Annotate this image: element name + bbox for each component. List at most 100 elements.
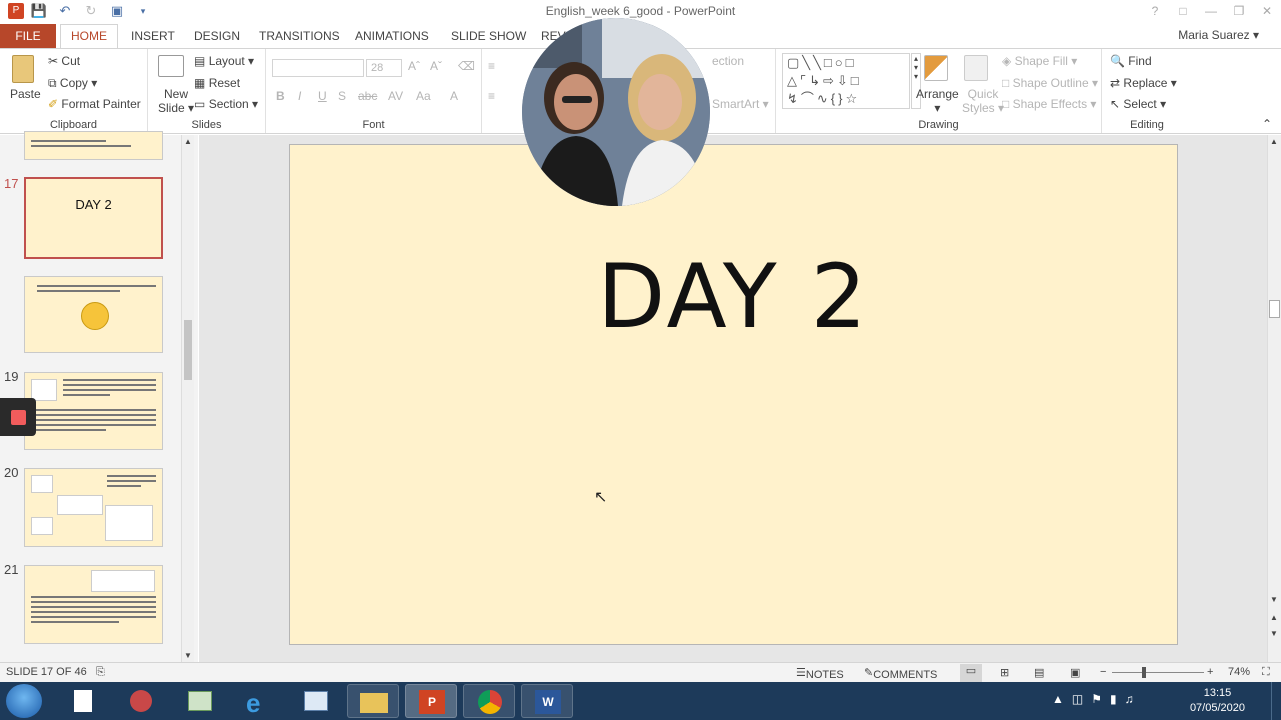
close-icon[interactable]: ✕ <box>1253 0 1281 22</box>
shadow-icon[interactable]: S <box>338 89 346 103</box>
normal-view-icon[interactable]: ▭ <box>960 664 982 682</box>
zoom-out-icon[interactable]: − <box>1100 666 1106 678</box>
scroll-up-icon[interactable]: ▲ <box>184 137 192 146</box>
font-color-icon[interactable]: A <box>450 89 458 103</box>
taskbar-app-icon[interactable] <box>174 684 226 718</box>
shape-effects-button[interactable]: □ Shape Effects ▾ <box>1002 97 1096 111</box>
quick-styles-icon[interactable] <box>964 55 988 81</box>
clear-format-icon[interactable]: ⌫ <box>458 59 475 73</box>
ribbon-display-icon[interactable]: □ <box>1169 0 1197 22</box>
tab-design[interactable]: DESIGN <box>194 26 240 48</box>
scroll-up-icon[interactable]: ▲ <box>1270 137 1278 146</box>
slide-title[interactable]: DAY 2 <box>290 245 1177 348</box>
thumbnail-19[interactable] <box>24 372 163 450</box>
tab-animations[interactable]: ANIMATIONS <box>355 26 429 48</box>
taskbar-powerpoint-icon[interactable]: P <box>405 684 457 718</box>
arrange-button[interactable]: Arrange ▾ <box>916 87 959 115</box>
find-button[interactable]: 🔍 Find <box>1110 54 1152 68</box>
user-name[interactable]: Maria Suarez ▾ <box>1178 28 1259 42</box>
shapes-gallery[interactable]: ▢╲╲□○□ △⌜↳⇨⇩□ ↯⌒∿{}☆ <box>782 53 910 109</box>
align-left-icon[interactable]: ≡ <box>488 89 495 103</box>
char-spacing-icon[interactable]: AV <box>388 89 403 103</box>
tab-home[interactable]: HOME <box>60 24 118 49</box>
zoom-slider[interactable] <box>1112 672 1204 673</box>
cut-button[interactable]: ✂ Cut <box>48 54 80 68</box>
start-button-icon[interactable] <box>6 684 42 718</box>
font-name-box[interactable] <box>272 59 364 77</box>
section-button[interactable]: ▭ Section ▾ <box>194 97 258 111</box>
scroll-down-icon[interactable]: ▼ <box>184 651 192 660</box>
arrange-icon[interactable] <box>924 55 948 81</box>
change-case-icon[interactable]: Aa <box>416 89 431 103</box>
tray-network-icon[interactable]: ◫ <box>1072 692 1091 706</box>
taskbar-app-icon[interactable] <box>290 684 342 718</box>
select-button[interactable]: ↖ Select ▾ <box>1110 97 1166 111</box>
bold-icon[interactable]: B <box>276 89 285 103</box>
zoom-slider-thumb[interactable] <box>1142 667 1146 678</box>
help-icon[interactable]: ? <box>1141 0 1169 22</box>
thumbnail-scrollbar[interactable]: ▲ ▼ <box>181 135 194 662</box>
font-size-box[interactable]: 28 <box>366 59 402 77</box>
slide-scrollbar[interactable]: ▲ ▼ ▲ ▼ <box>1267 135 1281 662</box>
taskbar-blank-document-icon[interactable] <box>58 684 110 718</box>
underline-icon[interactable]: U <box>318 89 327 103</box>
taskbar-snipping-tool-icon[interactable] <box>116 684 168 718</box>
format-painter-button[interactable]: ✐ Format Painter <box>48 97 141 111</box>
quick-styles-button[interactable]: Quick Styles ▾ <box>962 87 1004 115</box>
current-slide[interactable]: DAY 2 <box>289 144 1178 645</box>
zoom-in-icon[interactable]: + <box>1207 666 1213 678</box>
fit-to-window-icon[interactable]: ⛶ <box>1262 666 1270 679</box>
slide-scroll-thumb[interactable] <box>1269 300 1280 318</box>
tab-insert[interactable]: INSERT <box>131 26 175 48</box>
scroll-down-icon[interactable]: ▼ <box>1270 595 1278 604</box>
thumbnail-20[interactable] <box>24 468 163 547</box>
strikethrough-icon[interactable]: abc <box>358 89 377 103</box>
tab-transitions[interactable]: TRANSITIONS <box>259 26 340 48</box>
font-grow-icon[interactable]: Aˆ <box>408 59 420 73</box>
thumbnail-scroll-thumb[interactable] <box>184 320 192 380</box>
minimize-icon[interactable]: — <box>1197 0 1225 22</box>
prev-slide-icon[interactable]: ▲ <box>1270 613 1278 622</box>
restore-icon[interactable]: ❐ <box>1225 0 1253 22</box>
layout-button[interactable]: ▤ Layout ▾ <box>194 54 254 68</box>
italic-icon[interactable]: I <box>298 89 301 103</box>
tray-flag-icon[interactable]: ⚑ <box>1091 692 1110 706</box>
slideshow-view-icon[interactable]: ▣ <box>1070 666 1080 679</box>
slide-sorter-icon[interactable]: ⊞ <box>1000 666 1009 679</box>
clock[interactable]: 13:15 07/05/2020 <box>1190 686 1245 716</box>
copy-button[interactable]: ⧉ Copy ▾ <box>48 76 97 91</box>
thumbnail-17[interactable]: DAY 2 <box>24 177 163 259</box>
collapse-ribbon-icon[interactable]: ⌃ <box>1262 117 1272 131</box>
slide-counter[interactable]: SLIDE 17 OF 46 <box>6 666 87 678</box>
notes-button[interactable]: ☰ NOTES <box>796 666 844 681</box>
font-shrink-icon[interactable]: Aˇ <box>430 59 442 73</box>
smartart-button[interactable]: SmartArt ▾ <box>712 97 769 111</box>
thumbnail-16-partial[interactable] <box>24 131 163 160</box>
text-direction-label[interactable]: ection <box>712 54 744 68</box>
shape-outline-button[interactable]: □ Shape Outline ▾ <box>1002 76 1098 90</box>
replace-button[interactable]: ⇄ Replace ▾ <box>1110 76 1177 90</box>
reset-button[interactable]: ▦ Reset <box>194 76 240 90</box>
tab-slide-show[interactable]: SLIDE SHOW <box>451 26 526 48</box>
new-slide-icon[interactable] <box>158 55 184 77</box>
taskbar-word-icon[interactable]: W <box>521 684 573 718</box>
shape-fill-button[interactable]: ◈ Shape Fill ▾ <box>1002 54 1077 68</box>
new-slide-button[interactable]: New Slide ▾ <box>158 87 194 115</box>
reading-view-icon[interactable]: ▤ <box>1034 666 1044 679</box>
taskbar-chrome-icon[interactable] <box>463 684 515 718</box>
comments-button[interactable]: ✎ COMMENTS <box>864 666 937 681</box>
next-slide-icon[interactable]: ▼ <box>1270 629 1278 638</box>
show-desktop-button[interactable] <box>1271 682 1281 720</box>
tab-file[interactable]: FILE <box>0 24 56 48</box>
spell-check-icon[interactable]: ⎘ <box>96 666 105 679</box>
stop-recording-button[interactable] <box>0 398 36 436</box>
taskbar-internet-explorer-icon[interactable]: e <box>232 684 284 718</box>
thumbnail-18[interactable] <box>24 276 163 353</box>
taskbar-file-explorer-icon[interactable] <box>347 684 399 718</box>
tray-volume-icon[interactable]: ♫ <box>1125 692 1142 706</box>
paste-icon[interactable] <box>12 55 34 83</box>
thumbnail-21[interactable] <box>24 565 163 644</box>
paste-button[interactable]: Paste <box>10 87 41 101</box>
bullets-icon[interactable]: ≡ <box>488 59 495 73</box>
tray-battery-icon[interactable]: ▮ <box>1110 692 1125 706</box>
